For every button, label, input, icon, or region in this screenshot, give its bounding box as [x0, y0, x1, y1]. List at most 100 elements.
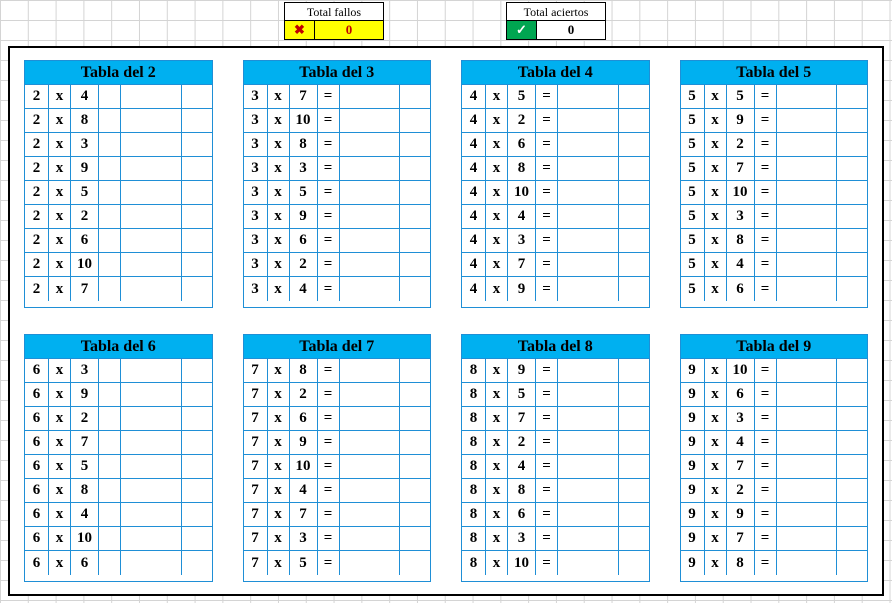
answer-cell[interactable]: [340, 109, 401, 132]
answer-cell[interactable]: [558, 359, 619, 382]
check-cell: [619, 551, 649, 575]
operator-x: x: [268, 455, 290, 478]
answer-cell[interactable]: [121, 85, 182, 108]
check-cell: [182, 229, 212, 252]
answer-cell[interactable]: [558, 205, 619, 228]
equals-sign: =: [755, 407, 777, 430]
answer-cell[interactable]: [340, 229, 401, 252]
answer-cell[interactable]: [777, 133, 838, 156]
answer-cell[interactable]: [340, 359, 401, 382]
answer-cell[interactable]: [558, 455, 619, 478]
operand-a: 4: [462, 229, 486, 252]
answer-cell[interactable]: [777, 407, 838, 430]
answer-cell[interactable]: [340, 407, 401, 430]
answer-cell[interactable]: [121, 431, 182, 454]
answer-cell[interactable]: [340, 205, 401, 228]
answer-cell[interactable]: [558, 181, 619, 204]
mult-row: 7x6=: [244, 407, 431, 431]
answer-cell[interactable]: [340, 455, 401, 478]
answer-cell[interactable]: [558, 551, 619, 575]
answer-cell[interactable]: [121, 253, 182, 276]
answer-cell[interactable]: [121, 407, 182, 430]
answer-cell[interactable]: [777, 181, 838, 204]
check-cell: [619, 85, 649, 108]
answer-cell[interactable]: [777, 253, 838, 276]
equals-sign: =: [755, 133, 777, 156]
answer-cell[interactable]: [558, 229, 619, 252]
answer-cell[interactable]: [340, 503, 401, 526]
equals-sign: =: [318, 503, 340, 526]
answer-cell[interactable]: [777, 383, 838, 406]
answer-cell[interactable]: [777, 479, 838, 502]
mult-row: 9x2=: [681, 479, 868, 503]
answer-cell[interactable]: [777, 277, 838, 301]
answer-cell[interactable]: [777, 503, 838, 526]
operator-x: x: [49, 229, 71, 252]
answer-cell[interactable]: [121, 359, 182, 382]
answer-cell[interactable]: [558, 527, 619, 550]
answer-cell[interactable]: [558, 431, 619, 454]
equals-sign: =: [755, 479, 777, 502]
answer-cell[interactable]: [121, 527, 182, 550]
answer-cell[interactable]: [777, 85, 838, 108]
operand-b: 6: [508, 503, 536, 526]
answer-cell[interactable]: [558, 503, 619, 526]
operand-a: 9: [681, 383, 705, 406]
answer-cell[interactable]: [121, 109, 182, 132]
answer-cell[interactable]: [340, 551, 401, 575]
mult-row: 3x3=: [244, 157, 431, 181]
answer-cell[interactable]: [558, 85, 619, 108]
answer-cell[interactable]: [558, 157, 619, 180]
answer-cell[interactable]: [777, 455, 838, 478]
answer-cell[interactable]: [340, 253, 401, 276]
answer-cell[interactable]: [121, 229, 182, 252]
answer-cell[interactable]: [121, 383, 182, 406]
answer-cell[interactable]: [340, 527, 401, 550]
answer-cell[interactable]: [558, 253, 619, 276]
answer-cell[interactable]: [777, 205, 838, 228]
answer-cell[interactable]: [558, 479, 619, 502]
answer-cell[interactable]: [777, 527, 838, 550]
mult-table-4: Tabla del 44x5=4x2=4x6=4x8=4x10=4x4=4x3=…: [461, 60, 650, 308]
answer-cell[interactable]: [121, 479, 182, 502]
answer-cell[interactable]: [121, 455, 182, 478]
answer-cell[interactable]: [777, 359, 838, 382]
answer-cell[interactable]: [340, 181, 401, 204]
answer-cell[interactable]: [340, 85, 401, 108]
operand-b: 6: [290, 407, 318, 430]
answer-cell[interactable]: [340, 157, 401, 180]
equals-sign: =: [318, 133, 340, 156]
answer-cell[interactable]: [121, 551, 182, 575]
answer-cell[interactable]: [558, 133, 619, 156]
answer-cell[interactable]: [558, 109, 619, 132]
answer-cell[interactable]: [777, 109, 838, 132]
answer-cell[interactable]: [121, 277, 182, 301]
mult-row: 3x4=: [244, 277, 431, 301]
operand-b: 4: [508, 205, 536, 228]
check-cell: [182, 277, 212, 301]
answer-cell[interactable]: [558, 407, 619, 430]
answer-cell[interactable]: [121, 181, 182, 204]
answer-cell[interactable]: [777, 229, 838, 252]
answer-cell[interactable]: [340, 431, 401, 454]
answer-cell[interactable]: [340, 133, 401, 156]
answer-cell[interactable]: [121, 133, 182, 156]
answer-cell[interactable]: [121, 157, 182, 180]
answer-cell[interactable]: [558, 383, 619, 406]
answer-cell[interactable]: [340, 277, 401, 301]
answer-cell[interactable]: [340, 383, 401, 406]
answer-cell[interactable]: [777, 157, 838, 180]
answer-cell[interactable]: [340, 479, 401, 502]
answer-cell[interactable]: [777, 431, 838, 454]
answer-cell[interactable]: [121, 503, 182, 526]
operator-x: x: [705, 383, 727, 406]
answer-cell[interactable]: [777, 551, 838, 575]
operator-x: x: [268, 157, 290, 180]
mult-row: 6x9=: [25, 383, 212, 407]
answer-cell[interactable]: [121, 205, 182, 228]
mult-table-header: Tabla del 9: [681, 335, 868, 359]
answer-cell[interactable]: [558, 277, 619, 301]
check-cell: [837, 431, 867, 454]
operand-a: 6: [25, 479, 49, 502]
operand-a: 8: [462, 503, 486, 526]
